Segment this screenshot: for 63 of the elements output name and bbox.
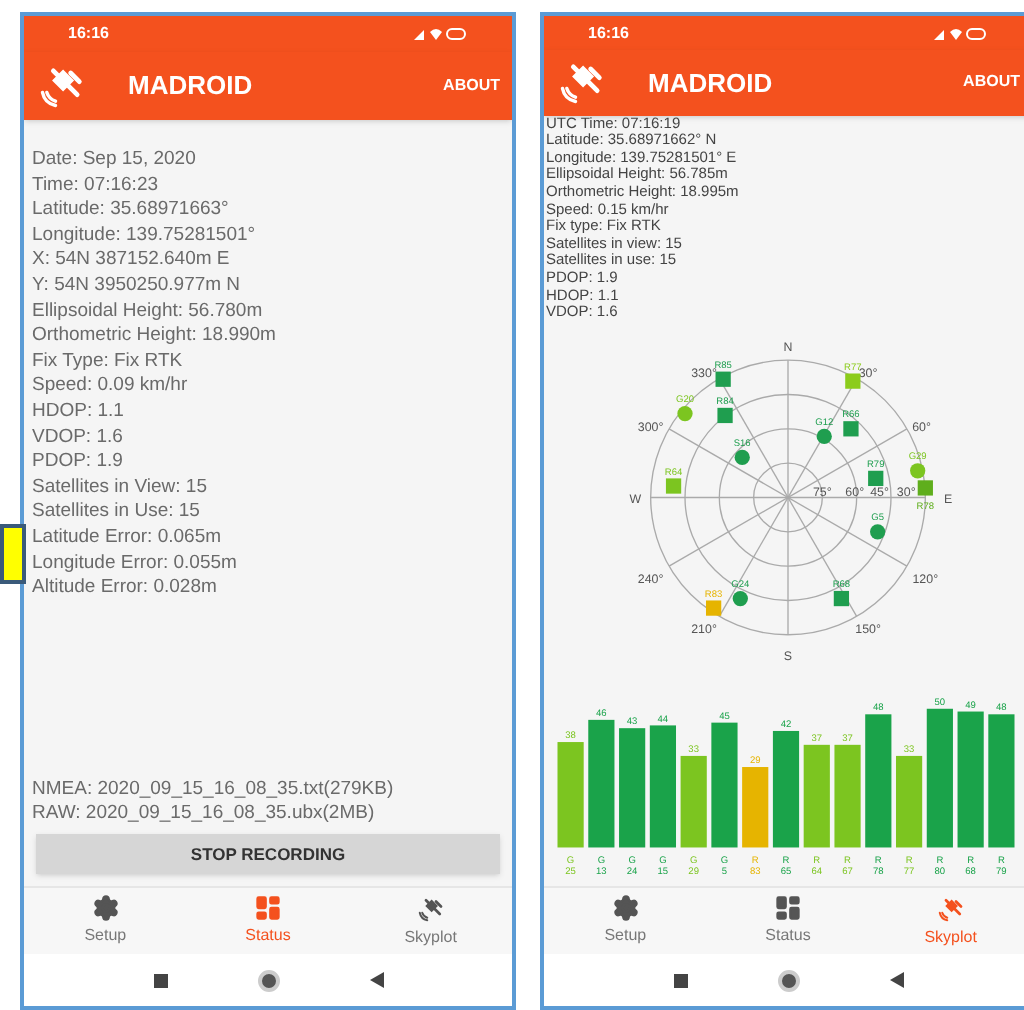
info-line: Latitude Error: 0.065m: [32, 525, 224, 551]
clock: 16:16: [588, 21, 629, 46]
bar: [988, 714, 1015, 848]
clock: 16:16: [68, 22, 109, 46]
bar: [896, 756, 923, 848]
dashboard-icon: [773, 894, 802, 922]
bar: [742, 767, 769, 848]
info-line: Satellites in View: 15: [32, 475, 209, 501]
info-line: Ellipsoidal Height: 56.780m: [32, 299, 265, 325]
info-line: Altitude Error: 0.028m: [32, 576, 219, 602]
info-line: PDOP: 1.9: [32, 450, 125, 476]
info-line: Latitude: 35.68971663°: [32, 198, 231, 224]
recent-apps-button[interactable]: [673, 973, 687, 987]
bar: [588, 720, 615, 848]
nav-tab[interactable]: Status: [706, 888, 870, 954]
bar: [803, 745, 830, 848]
info-line: Longitude Error: 0.055m: [32, 551, 239, 577]
file-line: NMEA: 2020_09_15_16_08_35.txt(279KB): [32, 778, 396, 802]
dashboard-icon: [253, 894, 282, 922]
back-button[interactable]: [889, 972, 903, 988]
bar: [834, 745, 861, 848]
bar: [772, 731, 800, 848]
bar: [557, 742, 584, 848]
bar: [926, 709, 953, 848]
stop-recording-button[interactable]: STOP RECORDING: [36, 834, 500, 874]
info-line: Time: 07:16:23: [32, 173, 161, 199]
info-line: Orthometric Height: 18.990m: [32, 324, 278, 350]
app-title: MADROID: [648, 65, 773, 102]
info-line: Satellites in Use: 15: [32, 500, 202, 526]
satellite-icon: [935, 893, 966, 923]
info-line: HDOP: 1.1: [32, 399, 126, 426]
info-line: X: 54N 387152.640m E: [32, 248, 232, 274]
status-icons: [412, 26, 468, 42]
info-line: Longitude: 139.75281501°: [32, 223, 258, 249]
home-button[interactable]: [257, 969, 279, 991]
info-line: Date: Sep 15, 2020: [32, 148, 198, 174]
highlight-marker: [0, 524, 26, 584]
info-line: Speed: 0.09 km/hr: [32, 374, 190, 400]
nav-tab[interactable]: Status: [186, 888, 350, 954]
nav-tab[interactable]: Skyplot: [349, 888, 512, 954]
nav-tab[interactable]: Setup: [24, 888, 187, 954]
recent-apps-button[interactable]: [153, 973, 167, 987]
info-line: VDOP: 1.6: [32, 425, 125, 451]
about-button[interactable]: ABOUT: [963, 70, 1020, 95]
bar: [711, 723, 738, 848]
bar: [957, 711, 984, 848]
info-line: Y: 54N 3950250.977m N: [32, 273, 243, 300]
nav-tab[interactable]: Skyplot: [869, 888, 1024, 954]
bar: [649, 725, 676, 848]
bar: [865, 714, 892, 848]
home-button[interactable]: [777, 969, 799, 991]
nav-tab[interactable]: Setup: [544, 888, 707, 954]
file-line: RAW: 2020_09_15_16_08_35.ubx(2MB): [32, 802, 377, 826]
gear-icon: [91, 894, 120, 922]
gear-icon: [611, 894, 640, 922]
satellite-icon: [415, 893, 446, 923]
info-line: Fix Type: Fix RTK: [32, 349, 185, 375]
back-button[interactable]: [369, 972, 383, 988]
status-icons: [932, 25, 988, 42]
app-title: MADROID: [128, 68, 253, 105]
bar: [680, 756, 707, 848]
bar: [619, 728, 646, 848]
about-button[interactable]: ABOUT: [443, 74, 500, 98]
